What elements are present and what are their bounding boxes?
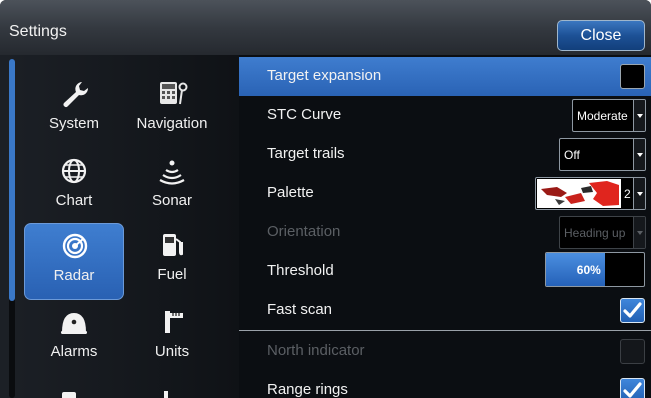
chevron-down-icon	[633, 100, 645, 131]
setting-fast-scan[interactable]: Fast scan	[239, 291, 651, 330]
setting-label: Fast scan	[267, 301, 333, 318]
chevron-down-icon	[633, 139, 645, 170]
sidebar-item-label: Units	[154, 343, 190, 360]
sidebar-item-system[interactable]: System	[24, 72, 124, 146]
palette-dropdown[interactable]: 2	[535, 177, 646, 210]
setting-label: Palette	[267, 184, 314, 201]
range-rings-checkbox[interactable]	[620, 378, 645, 398]
dropdown-value: Heading up	[564, 226, 626, 240]
sidebar-item-label: Sonar	[151, 192, 193, 209]
sidebar-item-label: System	[48, 115, 99, 132]
sidebar-item-fuel[interactable]: Fuel	[122, 223, 222, 297]
checkmark-icon	[623, 302, 642, 318]
close-button[interactable]: Close	[557, 20, 645, 51]
navigation-icon	[154, 78, 190, 110]
section-divider	[239, 330, 651, 331]
setting-orientation: Orientation Heading up	[239, 213, 651, 252]
setting-label: Range rings	[267, 381, 348, 398]
sidebar-item-label: Fuel	[157, 266, 187, 283]
setting-label: Target expansion	[267, 67, 382, 84]
settings-list: Target expansion STC Curve Moderate Targ…	[239, 55, 651, 398]
sidebar-item-chart[interactable]: Chart	[24, 149, 124, 223]
setting-range-rings[interactable]: Range rings	[239, 371, 651, 398]
setting-stc-curve[interactable]: STC Curve Moderate	[239, 96, 651, 135]
threshold-value: 60%	[576, 263, 601, 277]
sidebar-item-label: Radar	[53, 267, 95, 284]
dropdown-value: Off	[564, 148, 580, 162]
setting-palette[interactable]: Palette 2	[239, 174, 651, 213]
sidebar-scrollbar-thumb[interactable]	[9, 59, 15, 301]
setting-label: Threshold	[267, 262, 334, 279]
sidebar-item-label: Chart	[55, 192, 93, 209]
sidebar-item-radar[interactable]: Radar	[24, 223, 124, 300]
partial-item-icon	[164, 391, 168, 398]
dropdown-value: Moderate	[577, 109, 628, 123]
settings-window: Settings Close System Navigation Chart S…	[0, 0, 651, 398]
target-trails-dropdown[interactable]: Off	[559, 138, 646, 171]
setting-target-trails[interactable]: Target trails Off	[239, 135, 651, 174]
chevron-down-icon	[633, 178, 645, 209]
sonar-icon	[154, 155, 190, 187]
orientation-dropdown: Heading up	[559, 216, 646, 249]
setting-north-indicator: North indicator	[239, 332, 651, 371]
sidebar-item-alarms[interactable]: Alarms	[24, 300, 124, 374]
sidebar-item-navigation[interactable]: Navigation	[122, 72, 222, 146]
sidebar-item-label: Navigation	[136, 115, 208, 132]
setting-label: North indicator	[267, 342, 365, 359]
dropdown-value: 2	[624, 187, 631, 201]
alarm-bell-icon	[56, 306, 92, 338]
title-bar: Settings Close	[0, 0, 651, 55]
setting-label: Orientation	[267, 223, 341, 240]
settings-category-sidebar: System Navigation Chart Sonar Radar Fuel…	[0, 55, 239, 398]
window-title: Settings	[9, 23, 67, 40]
setting-label: Target trails	[267, 145, 345, 162]
radar-icon	[57, 230, 93, 262]
checkmark-icon	[623, 382, 642, 398]
fast-scan-checkbox[interactable]	[620, 298, 645, 323]
fuel-pump-icon	[154, 229, 190, 261]
sidebar-item-units[interactable]: Units	[122, 300, 222, 374]
setting-label: STC Curve	[267, 106, 342, 123]
chevron-down-icon	[633, 217, 645, 248]
wrench-icon	[56, 78, 92, 110]
palette-preview-icon	[537, 179, 621, 208]
sidebar-item-label: Alarms	[50, 343, 98, 360]
target-expansion-checkbox[interactable]	[620, 64, 645, 89]
stc-curve-dropdown[interactable]: Moderate	[572, 99, 646, 132]
setting-target-expansion[interactable]: Target expansion	[239, 57, 651, 96]
partial-item-icon	[62, 392, 76, 398]
north-indicator-checkbox	[620, 339, 645, 364]
globe-icon	[56, 155, 92, 187]
sidebar-item-sonar[interactable]: Sonar	[122, 149, 222, 223]
ruler-icon	[154, 306, 190, 338]
threshold-slider[interactable]: 60%	[545, 252, 645, 287]
